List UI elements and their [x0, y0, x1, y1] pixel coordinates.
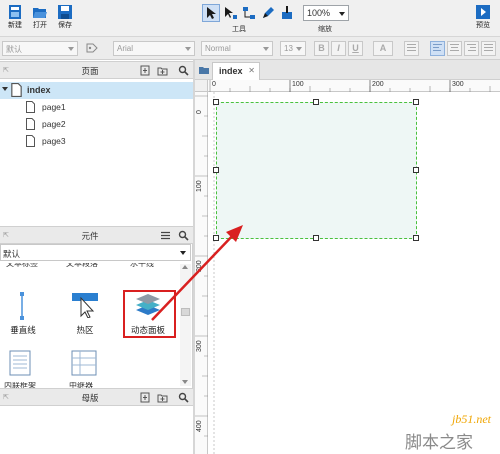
watermark-name: 脚本之家 — [405, 433, 473, 453]
watermark-site: jb51.net — [452, 412, 491, 426]
annotation-arrow — [151, 225, 243, 321]
